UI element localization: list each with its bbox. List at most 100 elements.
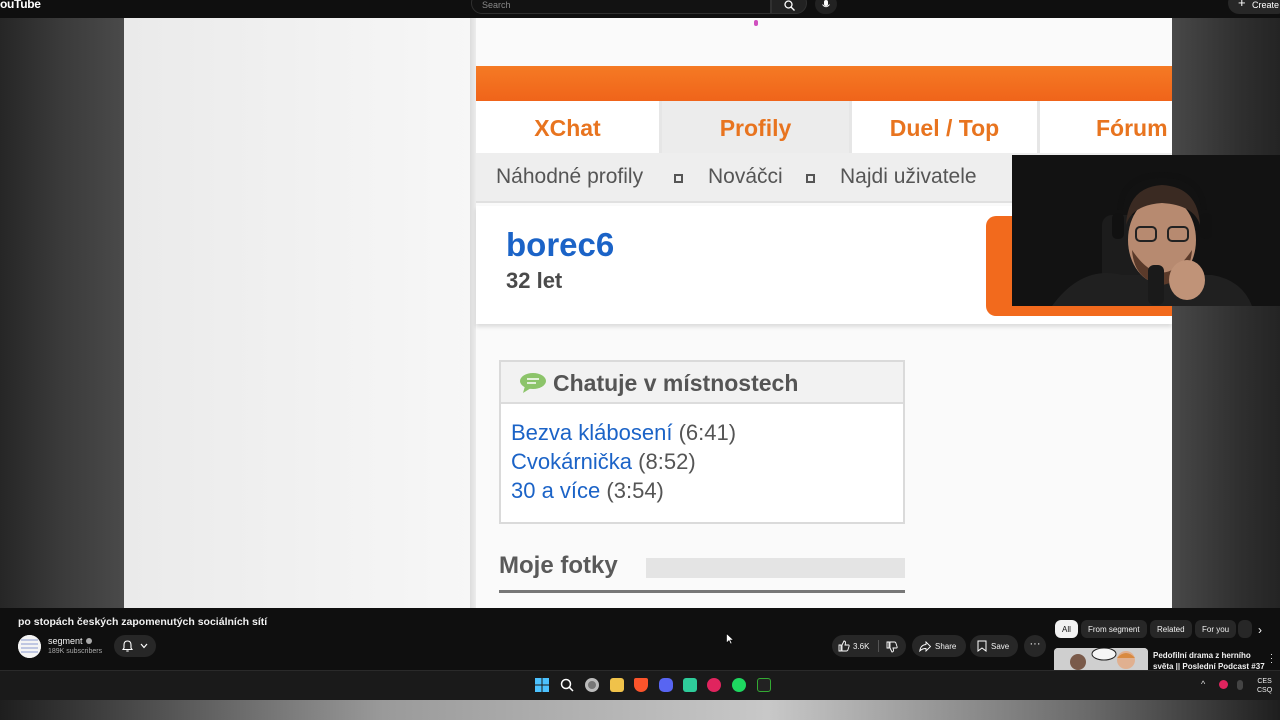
youtube-logo[interactable]: ouTube <box>0 0 41 11</box>
chat-room-item: 30 a více (3:54) <box>511 478 664 504</box>
channel-name[interactable]: segment <box>48 636 92 646</box>
search-input[interactable]: Search <box>471 0 771 14</box>
share-icon <box>919 641 931 652</box>
tab-profily: Profily <box>662 101 852 153</box>
profile-username: borec6 <box>506 226 615 263</box>
create-button[interactable]: + Create <box>1228 0 1280 14</box>
recommended-thumbnail[interactable] <box>1054 648 1148 670</box>
webcam-overlay <box>1012 155 1280 306</box>
share-button[interactable]: Share <box>912 635 966 657</box>
video-title: po stopách českých zapomenutých sociální… <box>18 616 268 628</box>
taskbar-search-icon[interactable] <box>560 678 574 692</box>
chat-box-header: Chatuje v místnostech <box>501 362 903 404</box>
channel-avatar[interactable] <box>18 635 41 658</box>
like-dislike-group: 3.6K <box>832 635 906 657</box>
profile-age: 32 let <box>506 268 563 293</box>
search-button[interactable] <box>771 0 807 14</box>
more-horizontal-icon: ··· <box>1029 638 1041 650</box>
chip-for-you[interactable]: For you <box>1195 620 1237 638</box>
keyboard-layout: CSQ <box>1257 687 1273 694</box>
save-label: Save <box>991 642 1010 651</box>
chip-partial[interactable] <box>1238 620 1252 638</box>
spotify-icon[interactable] <box>732 678 746 692</box>
room-name: 30 a více <box>511 478 601 503</box>
blurred-background <box>124 18 472 608</box>
site-tabs: XChat Profily Duel / Top Fórum <box>476 101 1172 153</box>
photos-placeholder <box>646 558 905 578</box>
video-player[interactable]: XChat Profily Duel / Top Fórum Náhodné p… <box>0 18 1280 608</box>
room-name: Cvokárnička <box>511 449 633 474</box>
file-explorer-icon[interactable] <box>610 678 624 692</box>
chip-all[interactable]: All <box>1055 620 1078 638</box>
bell-icon <box>122 640 133 652</box>
language-code: CES <box>1257 678 1272 685</box>
chip-related[interactable]: Related <box>1150 620 1192 638</box>
task-view-icon[interactable] <box>585 678 599 692</box>
video-frame: XChat Profily Duel / Top Fórum Náhodné p… <box>124 18 1172 608</box>
room-time: (3:54) <box>606 478 664 503</box>
tab-xchat: XChat <box>476 101 662 153</box>
tray-expand-icon[interactable]: ^ <box>1201 679 1205 689</box>
tab-duel-top: Duel / Top <box>852 101 1040 153</box>
speech-bubble-icon <box>520 373 546 393</box>
brave-browser-icon[interactable] <box>634 678 648 692</box>
video-info-bar: po stopách českých zapomenutých sociální… <box>0 608 1280 672</box>
tab-forum: Fórum <box>1040 101 1172 153</box>
like-count[interactable]: 3.6K <box>853 642 869 651</box>
tray-app-icon[interactable] <box>1219 680 1228 689</box>
plus-icon: + <box>1238 0 1246 10</box>
chat-room-item: Cvokárnička (8:52) <box>511 449 696 475</box>
room-time: (8:52) <box>638 449 696 474</box>
voice-search-button[interactable] <box>815 0 837 14</box>
desktop-background-strip <box>0 700 1280 720</box>
microphone-icon <box>822 0 830 8</box>
channel-logo-icon <box>18 635 41 658</box>
terminal-icon[interactable] <box>757 678 771 692</box>
subnav-newcomers: Nováčci <box>708 165 783 188</box>
windows-start-icon[interactable] <box>535 678 549 692</box>
subnav-random-profiles: Náhodné profily <box>496 165 644 188</box>
room-name: Bezva klábosení <box>511 420 673 445</box>
more-vertical-icon[interactable]: · · · <box>1270 650 1273 667</box>
website-page: XChat Profily Duel / Top Fórum Náhodné p… <box>476 18 1172 608</box>
thumbs-up-icon[interactable] <box>838 640 850 652</box>
chip-from-segment[interactable]: From segment <box>1081 620 1147 638</box>
chevron-right-icon[interactable]: › <box>1258 623 1262 637</box>
recommended-title[interactable]: Pedofilní drama z herního světa || Posle… <box>1153 650 1269 672</box>
divider <box>878 640 879 652</box>
mouse-cursor-icon <box>726 633 734 645</box>
thumbs-down-icon[interactable] <box>886 641 898 653</box>
notification-bell-button[interactable] <box>114 635 156 657</box>
chat-room-item: Bezva klábosení (6:41) <box>511 420 736 446</box>
top-bar: ouTube Search + Create <box>0 0 1280 18</box>
chevron-down-icon <box>140 643 148 649</box>
separator-icon <box>674 174 683 183</box>
chat-rooms-box: Chatuje v místnostech Bezva klábosení (6… <box>499 360 905 524</box>
verified-icon <box>85 638 92 644</box>
stage: { "app": { "logo": "ouTube", "search_pla… <box>0 0 1280 720</box>
streamer-figure <box>1012 155 1280 306</box>
room-time: (6:41) <box>678 420 737 445</box>
save-button[interactable]: Save <box>970 635 1018 657</box>
subscriber-count: 189K subscribers <box>48 648 103 655</box>
search-icon <box>784 0 795 11</box>
discord-icon[interactable] <box>659 678 673 692</box>
opera-gx-icon[interactable] <box>707 678 721 692</box>
input-language[interactable]: CES CSQ <box>1257 677 1272 695</box>
bookmark-icon <box>977 640 987 652</box>
channel-name-text[interactable]: segment <box>48 636 83 646</box>
thumbnail-image <box>1054 648 1148 670</box>
chat-box-title: Chatuje v místnostech <box>553 370 799 396</box>
share-label: Share <box>935 642 957 651</box>
microphone-tray-icon[interactable] <box>1237 680 1243 690</box>
photos-section-title: Moje fotky <box>499 552 618 579</box>
subnav-find-user: Najdi uživatele <box>840 165 977 188</box>
more-actions-button[interactable]: ··· <box>1024 635 1046 657</box>
create-label: Create <box>1252 0 1280 10</box>
app-icon[interactable] <box>683 678 697 692</box>
cursor-mark <box>754 20 758 26</box>
site-header-bar <box>476 66 1172 101</box>
separator-icon <box>806 174 815 183</box>
windows-taskbar: ^ CES CSQ <box>0 670 1280 700</box>
photos-divider <box>499 590 905 593</box>
